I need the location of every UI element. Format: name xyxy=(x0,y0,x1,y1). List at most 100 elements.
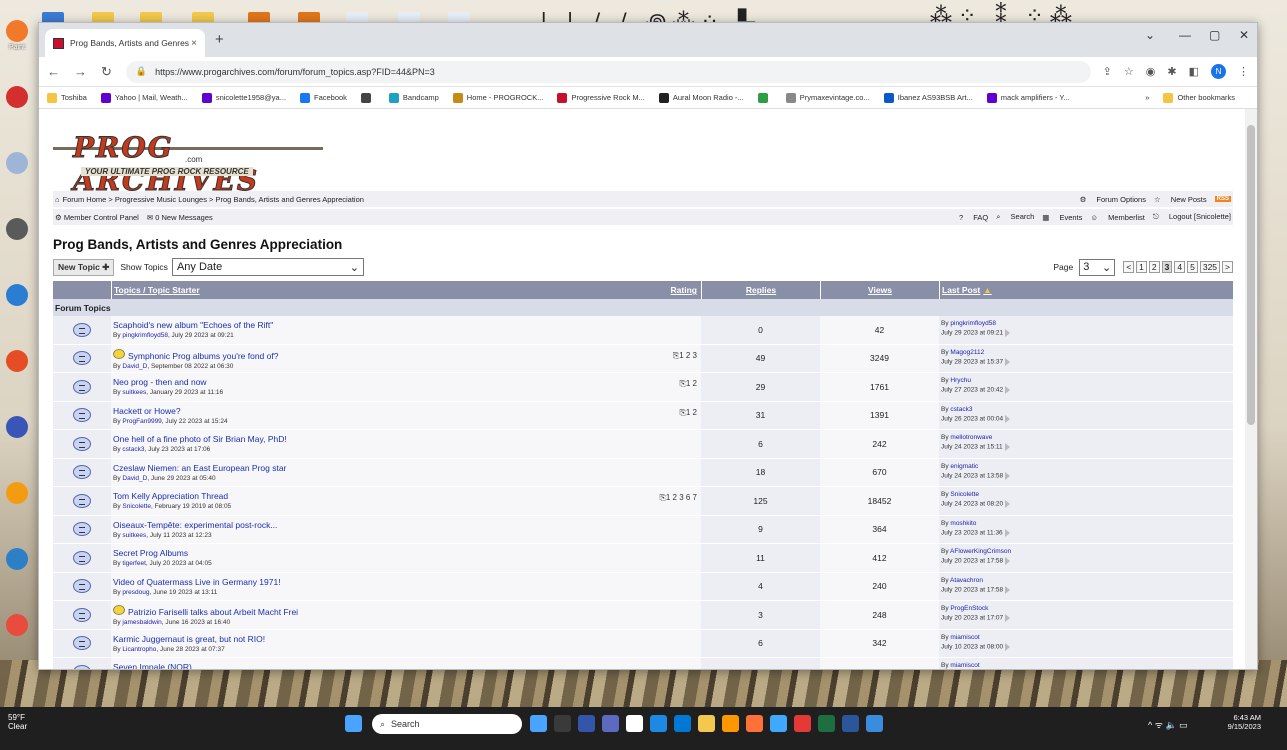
topic-title-link[interactable]: Patrizio Fariselli talks about Arbeit Ma… xyxy=(128,607,298,617)
last-post-author-link[interactable]: Hrychu xyxy=(950,377,971,384)
taskbar-app-icon[interactable] xyxy=(794,715,811,732)
new-messages-link[interactable]: ✉ 0 New Messages xyxy=(147,213,213,222)
minimize-button[interactable]: — xyxy=(1179,28,1191,42)
bookmarks-overflow-icon[interactable]: » xyxy=(1145,93,1149,102)
views-column-header[interactable]: Views xyxy=(820,281,939,299)
side-panel-icon[interactable]: ◧ xyxy=(1189,65,1199,78)
go-to-last-post-icon[interactable] xyxy=(1005,500,1011,508)
topic-title-link[interactable]: Symphonic Prog albums you're fond of? xyxy=(128,351,278,361)
topic-title-link[interactable]: Tom Kelly Appreciation Thread xyxy=(113,491,228,501)
go-to-last-post-icon[interactable] xyxy=(1005,557,1011,565)
other-bookmarks[interactable]: Other bookmarks xyxy=(1163,92,1235,103)
topic-title-link[interactable]: Czeslaw Niemen: an East European Prog st… xyxy=(113,463,286,473)
bookmark-item[interactable]: Facebook xyxy=(299,92,347,103)
go-to-last-post-icon[interactable] xyxy=(1004,443,1010,451)
desktop-shortcut[interactable] xyxy=(0,218,34,242)
go-to-last-post-icon[interactable] xyxy=(1004,528,1010,537)
topic-pages[interactable]: ⎘1 2 xyxy=(679,408,697,418)
taskbar-app-icon[interactable] xyxy=(578,715,595,732)
topic-title-link[interactable]: Seven Impale (NOR) xyxy=(113,662,192,669)
system-tray[interactable]: ^ ᯤ 🔈 ▭ xyxy=(1148,718,1188,731)
replies-column-header[interactable]: Replies xyxy=(701,281,820,299)
bookmark-item[interactable]: mack amplifiers - Y... xyxy=(986,92,1070,103)
topic-title-link[interactable]: Scaphoid's new album "Echoes of the Rift… xyxy=(113,320,273,330)
bookmark-item[interactable] xyxy=(360,92,375,103)
bookmark-item[interactable]: snicolette1958@ya... xyxy=(201,92,286,103)
desktop-shortcut[interactable] xyxy=(0,86,34,110)
last-post-author-link[interactable]: Atavachron xyxy=(950,577,983,584)
taskbar-app-icon[interactable] xyxy=(770,715,787,732)
extension-globe-icon[interactable]: ◉ xyxy=(1146,65,1156,78)
topic-starter-link[interactable]: David_D xyxy=(122,475,147,482)
go-to-last-post-icon[interactable] xyxy=(1005,329,1011,337)
logout-link[interactable]: ⎋ Logout [Snicolette] xyxy=(1153,212,1231,222)
last-post-author-link[interactable]: enigmatic xyxy=(950,463,978,470)
last-post-author-link[interactable]: Magog2112 xyxy=(950,349,984,356)
topic-starter-link[interactable]: ProgFan9999 xyxy=(122,418,161,425)
restore-button[interactable]: ▢ xyxy=(1209,28,1220,42)
menu-kebab-icon[interactable]: ⋮ xyxy=(1238,65,1249,78)
new-tab-button[interactable]: + xyxy=(215,31,224,48)
bookmark-item[interactable]: Aural Moon Radio -... xyxy=(658,92,744,103)
new-posts-link[interactable]: ☆ New Posts xyxy=(1154,195,1207,204)
topic-pages[interactable]: ⎘1 2 3 6 7 xyxy=(659,493,697,503)
topic-title-link[interactable]: Oiseaux-Tempête: experimental post-rock.… xyxy=(113,520,277,530)
taskbar-app-icon[interactable] xyxy=(554,715,571,732)
last-post-author-link[interactable]: pingkrimfloyd58 xyxy=(950,320,996,327)
bookmark-item[interactable] xyxy=(757,92,772,103)
last-post-author-link[interactable]: cstack3 xyxy=(950,406,972,413)
topic-pages[interactable]: ⎘1 2 3 xyxy=(673,351,697,361)
scrollbar-thumb[interactable] xyxy=(1247,125,1255,425)
topic-starter-link[interactable]: cstack3 xyxy=(122,446,144,453)
clock[interactable]: 6:43 AM 9/15/2023 xyxy=(1228,713,1261,731)
bookmark-item[interactable]: Progressive Rock M... xyxy=(557,92,645,103)
bookmark-item[interactable]: Bandcamp xyxy=(388,92,439,103)
date-filter-select[interactable]: Any Date ⌄ xyxy=(171,258,364,276)
bookmark-item[interactable]: Yahoo | Mail, Weath... xyxy=(100,92,188,103)
last-post-author-link[interactable]: ProgEnStock xyxy=(950,605,988,612)
last-post-author-link[interactable]: moshkito xyxy=(950,520,976,527)
close-window-button[interactable]: ✕ xyxy=(1239,28,1249,42)
windows-start-icon[interactable] xyxy=(345,715,362,732)
topic-starter-link[interactable]: suitkees xyxy=(122,532,146,539)
taskbar-app-icon[interactable] xyxy=(746,715,763,732)
extensions-puzzle-icon[interactable]: ✱ xyxy=(1167,65,1176,78)
go-to-last-post-icon[interactable] xyxy=(1005,614,1011,622)
last-post-author-link[interactable]: AFlowerKingCrimson xyxy=(950,548,1011,555)
last-post-column-header[interactable]: Last Post ▲ xyxy=(939,281,1233,299)
desktop-shortcut[interactable] xyxy=(0,548,34,572)
desktop-shortcut[interactable] xyxy=(0,614,34,638)
desktop-shortcut[interactable]: Paint xyxy=(0,20,34,51)
taskbar-app-icon[interactable] xyxy=(818,715,835,732)
weather-widget[interactable]: 59°F Clear xyxy=(8,713,27,731)
browser-tab[interactable]: Prog Bands, Artists and Genres × xyxy=(45,29,205,57)
progarchives-logo[interactable]: PROG ARCHIVES .com YOUR ULTIMATE PROG RO… xyxy=(53,119,323,198)
profile-avatar[interactable]: N xyxy=(1211,64,1226,79)
bookmark-item[interactable]: Home - PROGROCK... xyxy=(452,92,543,103)
topic-starter-link[interactable]: pingkrimfloyd58 xyxy=(122,332,168,339)
taskbar-app-icon[interactable] xyxy=(674,715,691,732)
forward-arrow-icon[interactable]: → xyxy=(74,64,87,79)
desktop-shortcut[interactable] xyxy=(0,482,34,506)
breadcrumb[interactable]: Forum Home > Progressive Music Lounges >… xyxy=(63,195,364,204)
member-control-panel-link[interactable]: ⚙ Member Control Panel xyxy=(55,213,139,222)
taskbar-app-icon[interactable] xyxy=(626,715,643,732)
go-to-last-post-icon[interactable] xyxy=(1005,585,1011,594)
page-link[interactable]: 3 xyxy=(1161,261,1173,273)
taskbar-app-icon[interactable] xyxy=(842,715,859,732)
page-select[interactable]: 3 ⌄ xyxy=(1079,258,1116,276)
go-to-last-post-icon[interactable] xyxy=(1005,471,1011,480)
topic-starter-link[interactable]: Licantropho xyxy=(122,646,156,653)
bookmark-star-icon[interactable]: ☆ xyxy=(1124,65,1134,78)
search-link[interactable]: ⌕ Search xyxy=(996,212,1034,222)
page-link[interactable]: 2 xyxy=(1148,261,1160,273)
bookmark-item[interactable]: Prymaxevintage.co... xyxy=(785,92,870,103)
page-scrollbar[interactable] xyxy=(1245,109,1257,669)
reload-icon[interactable]: ↻ xyxy=(101,64,112,80)
topic-title-link[interactable]: Karmic Juggernaut is great, but not RIO! xyxy=(113,634,265,644)
taskbar-app-icon[interactable] xyxy=(650,715,667,732)
last-post-author-link[interactable]: miamiscot xyxy=(950,634,979,641)
memberlist-link[interactable]: ☺ Memberlist xyxy=(1090,213,1144,222)
taskbar-app-icon[interactable] xyxy=(698,715,715,732)
tab-close-icon[interactable]: × xyxy=(191,38,197,49)
